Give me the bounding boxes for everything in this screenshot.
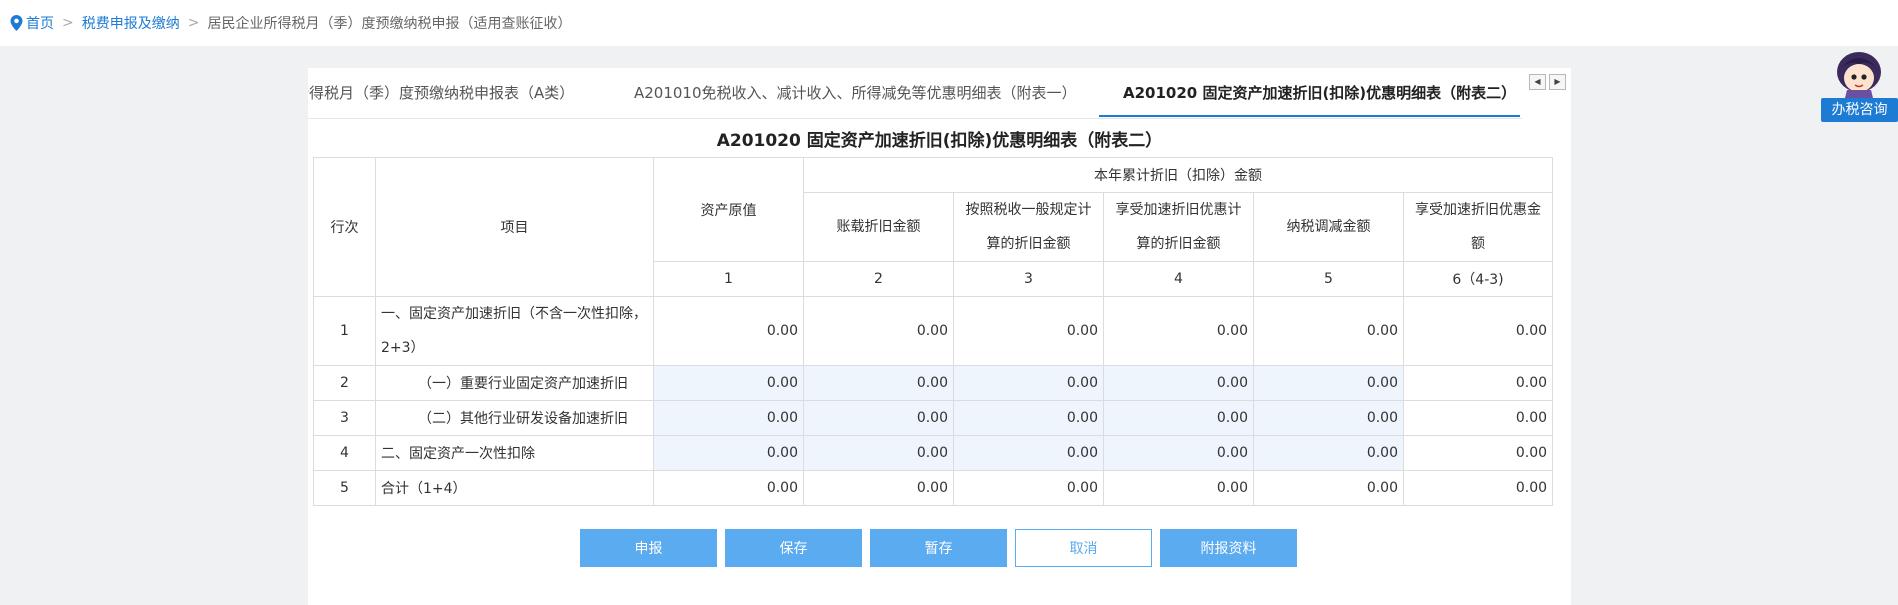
- header-book-depreciation: 账载折旧金额: [803, 192, 954, 262]
- input-cell[interactable]: 0.00: [803, 400, 954, 436]
- header-row-no: 行次: [313, 157, 376, 297]
- tax-consult-button[interactable]: 办税咨询: [1821, 98, 1898, 122]
- cell-value: 0.00: [1402, 470, 1554, 506]
- table-row: 1 一、固定资产加速折旧（不含一次性扣除，2+3） 0.00 0.00 0.00…: [313, 296, 1554, 366]
- header-item: 项目: [375, 157, 654, 297]
- tab-main-return[interactable]: 所得税月（季）度预缴纳税申报表（A类）: [308, 68, 574, 118]
- table-row: 3 （二）其他行业研发设备加速折旧 0.00 0.00 0.00 0.00 0.…: [313, 400, 1554, 436]
- active-tab-indicator: [1099, 115, 1520, 117]
- table-row: 2 （一）重要行业固定资产加速折旧 0.00 0.00 0.00 0.00 0.…: [313, 365, 1554, 401]
- header-tax-adjustment: 纳税调减金额: [1253, 192, 1404, 262]
- tab-scroll-left-icon[interactable]: ◀: [1529, 74, 1546, 90]
- input-cell[interactable]: 0.00: [1253, 400, 1404, 436]
- table-row: 5 合计（1+4） 0.00 0.00 0.00 0.00 0.00 0.00: [313, 470, 1554, 506]
- row-number: 3: [313, 400, 376, 436]
- input-cell[interactable]: 0.00: [803, 435, 954, 471]
- row-item: （一）重要行业固定资产加速折旧: [375, 365, 654, 401]
- input-cell[interactable]: 0.00: [953, 400, 1104, 436]
- breadcrumb-tax-filing-link[interactable]: 税费申报及缴纳: [82, 13, 180, 33]
- column-number: 5: [1253, 261, 1404, 297]
- input-cell[interactable]: 0.00: [1103, 435, 1254, 471]
- cell-value: 0.00: [953, 470, 1104, 506]
- tab-schedule-1[interactable]: A201010免税收入、减计收入、所得减免等优惠明细表（附表一）: [634, 68, 1077, 118]
- save-button[interactable]: 保存: [725, 529, 862, 567]
- input-cell[interactable]: 0.00: [803, 365, 954, 401]
- depreciation-table: 行次 项目 资产原值 本年累计折旧（扣除）金额 账载折旧金额 按照税收一般规定计…: [313, 157, 1554, 506]
- temp-save-button[interactable]: 暂存: [870, 529, 1007, 567]
- cancel-button[interactable]: 取消: [1015, 529, 1152, 567]
- input-cell[interactable]: 0.00: [653, 365, 804, 401]
- header-original-value: 资产原值: [653, 157, 804, 262]
- table-row: 4 二、固定资产一次性扣除 0.00 0.00 0.00 0.00 0.00 0…: [313, 435, 1554, 471]
- cell-value: 0.00: [1103, 296, 1254, 366]
- column-number: 2: [803, 261, 954, 297]
- cell-value: 0.00: [1253, 470, 1404, 506]
- row-number: 2: [313, 365, 376, 401]
- cell-value: 0.00: [1402, 296, 1554, 366]
- breadcrumb-separator: >: [62, 15, 74, 31]
- input-cell[interactable]: 0.00: [653, 435, 804, 471]
- cell-value: 0.00: [1402, 365, 1554, 401]
- input-cell[interactable]: 0.00: [1103, 400, 1254, 436]
- row-number: 5: [313, 470, 376, 506]
- cell-value: 0.00: [803, 296, 954, 366]
- input-cell[interactable]: 0.00: [1253, 365, 1404, 401]
- breadcrumb: 首页 > 税费申报及缴纳 > 居民企业所得税月（季）度预缴纳税申报（适用查账征收…: [0, 0, 1898, 46]
- header-annual-depreciation-group: 本年累计折旧（扣除）金额: [802, 157, 1554, 193]
- breadcrumb-separator: >: [187, 15, 200, 31]
- column-number: 6（4-3): [1402, 261, 1554, 297]
- attachments-button[interactable]: 附报资料: [1160, 529, 1297, 567]
- input-cell[interactable]: 0.00: [1253, 435, 1404, 471]
- tab-scroll-right-icon[interactable]: ▶: [1549, 74, 1566, 90]
- tab-scroll-controls: ◀ ▶: [1529, 74, 1566, 90]
- input-cell[interactable]: 0.00: [653, 400, 804, 436]
- row-item: 二、固定资产一次性扣除: [375, 435, 654, 471]
- cell-value: 0.00: [653, 296, 804, 366]
- column-number: 4: [1103, 261, 1254, 297]
- cell-value: 0.00: [1402, 400, 1554, 436]
- row-item: 一、固定资产加速折旧（不含一次性扣除，2+3）: [375, 296, 654, 366]
- tab-schedule-2[interactable]: A201020 固定资产加速折旧(扣除)优惠明细表（附表二）: [1123, 68, 1516, 118]
- column-number: 1: [653, 261, 804, 297]
- column-number: 3: [953, 261, 1104, 297]
- cell-value: 0.00: [1103, 470, 1254, 506]
- declare-button[interactable]: 申报: [580, 529, 717, 567]
- location-pin-icon: [10, 15, 23, 31]
- breadcrumb-current: 居民企业所得税月（季）度预缴纳税申报（适用查账征收）: [207, 16, 572, 32]
- form-tabs: 所得税月（季）度预缴纳税申报表（A类） A201010免税收入、减计收入、所得减…: [308, 68, 1522, 119]
- header-general-depreciation: 按照税收一般规定计算的折旧金额: [953, 192, 1104, 262]
- row-item: （二）其他行业研发设备加速折旧: [375, 400, 654, 436]
- cell-value: 0.00: [1253, 296, 1404, 366]
- action-buttons: 申报 保存 暂存 取消 附报资料: [580, 529, 1297, 567]
- header-accelerated-depreciation: 享受加速折旧优惠计算的折旧金额: [1103, 192, 1254, 262]
- row-item: 合计（1+4）: [375, 470, 654, 506]
- header-preferential-amount: 享受加速折旧优惠金额: [1402, 192, 1554, 262]
- cell-value: 0.00: [953, 296, 1104, 366]
- input-cell[interactable]: 0.00: [953, 365, 1104, 401]
- row-number: 4: [313, 435, 376, 471]
- cell-value: 0.00: [803, 470, 954, 506]
- cell-value: 0.00: [1402, 435, 1554, 471]
- input-cell[interactable]: 0.00: [1103, 365, 1254, 401]
- input-cell[interactable]: 0.00: [953, 435, 1104, 471]
- cell-value: 0.00: [653, 470, 804, 506]
- form-title: A201020 固定资产加速折旧(扣除)优惠明细表（附表二）: [716, 131, 1163, 151]
- breadcrumb-home-link[interactable]: 首页: [26, 13, 54, 33]
- row-number: 1: [313, 296, 376, 366]
